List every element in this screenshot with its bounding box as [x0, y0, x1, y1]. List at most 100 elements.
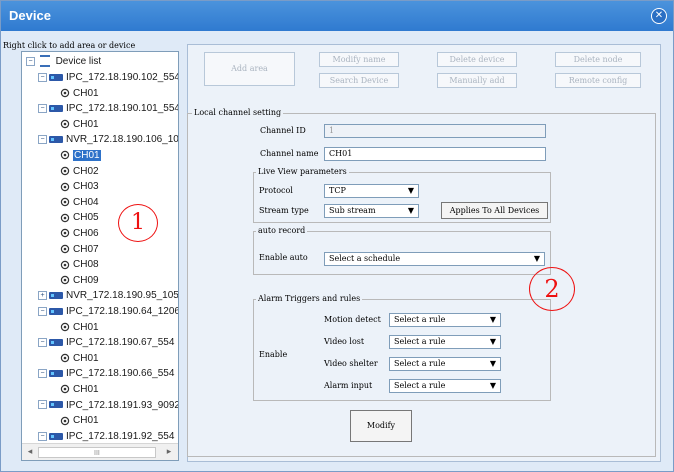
- camera-icon: [60, 88, 70, 98]
- tree-channel-node[interactable]: CH09: [60, 274, 99, 288]
- channel-name-field[interactable]: CH01: [324, 147, 546, 161]
- local-channel-group: Local channel setting Channel ID 1 Chann…: [187, 108, 656, 457]
- tree-channel-node[interactable]: CH07: [60, 243, 99, 257]
- tree-channel-node[interactable]: CH03: [60, 180, 99, 194]
- tree-hint: Right click to add area or device: [3, 41, 136, 50]
- close-icon[interactable]: ✕: [651, 8, 667, 24]
- collapse-icon[interactable]: −: [38, 369, 47, 379]
- device-icon: [49, 105, 63, 113]
- dropdown-arrow-icon[interactable]: ▼: [405, 186, 417, 196]
- video-lost-select[interactable]: Select a rule ▼: [389, 335, 501, 349]
- dropdown-arrow-icon[interactable]: ▼: [487, 315, 499, 325]
- live-view-legend: Live View parameters: [256, 167, 349, 176]
- protocol-select[interactable]: TCP ▼: [324, 184, 419, 198]
- stream-type-select[interactable]: Sub stream ▼: [324, 204, 419, 218]
- tree-node-label: CH09: [73, 274, 99, 286]
- settings-panel: Add area Modify name Delete device Delet…: [187, 44, 661, 462]
- tree-device-node[interactable]: + NVR_172.18.190.95_105: [38, 289, 178, 303]
- motion-detect-select[interactable]: Select a rule ▼: [389, 313, 501, 327]
- remote-config-button[interactable]: Remote config: [555, 73, 641, 88]
- tree-channel-node[interactable]: CH01: [60, 321, 99, 335]
- tree-node-label: IPC_172.18.190.102_554: [66, 72, 179, 83]
- tree-channel-node[interactable]: CH05: [60, 211, 99, 225]
- device-icon: [49, 339, 63, 347]
- tree-channel-node[interactable]: CH01: [60, 87, 99, 101]
- camera-icon: [60, 213, 70, 223]
- manually-add-button[interactable]: Manually add: [437, 73, 517, 88]
- expand-icon[interactable]: +: [38, 291, 47, 301]
- tree-channel-node[interactable]: CH01: [60, 352, 99, 366]
- device-icon: [49, 292, 63, 300]
- tree-node-label: CH01: [73, 150, 101, 161]
- local-channel-legend: Local channel setting: [192, 108, 284, 117]
- tree-node-label: NVR_172.18.190.106_10: [66, 134, 179, 146]
- scroll-left-icon[interactable]: ◂: [25, 446, 35, 456]
- camera-icon: [60, 228, 70, 238]
- collapse-icon[interactable]: −: [38, 72, 47, 82]
- device-tree[interactable]: − Device list − IPC_172.18.190.102_554 CH0…: [21, 51, 179, 461]
- camera-icon: [60, 150, 70, 160]
- collapse-icon[interactable]: −: [38, 135, 47, 145]
- tree-channel-node[interactable]: CH04: [60, 196, 99, 210]
- collapse-icon[interactable]: −: [38, 431, 47, 441]
- collapse-icon[interactable]: −: [38, 104, 47, 114]
- camera-icon: [60, 384, 70, 394]
- modify-name-button[interactable]: Modify name: [319, 52, 399, 67]
- tree-channel-node[interactable]: CH06: [60, 227, 99, 241]
- delete-node-button[interactable]: Delete node: [555, 52, 641, 67]
- tree-device-node[interactable]: − IPC_172.18.190.67_554: [38, 336, 174, 350]
- scroll-right-icon[interactable]: ▸: [164, 446, 174, 456]
- add-area-button[interactable]: Add area: [204, 52, 295, 86]
- tree-channel-node[interactable]: CH01: [60, 118, 99, 132]
- apply-all-devices-button[interactable]: Applies To All Devices: [441, 202, 548, 219]
- annotation-marker-1: 1: [118, 204, 158, 242]
- channel-id-field[interactable]: 1: [324, 124, 546, 138]
- tree-channel-node[interactable]: CH08: [60, 258, 99, 272]
- tree-device-node[interactable]: − IPC_172.18.190.66_554: [38, 367, 174, 381]
- channel-id-label: Channel ID: [260, 126, 306, 135]
- enable-auto-label: Enable auto: [259, 253, 308, 262]
- collapse-icon[interactable]: −: [38, 306, 47, 316]
- motion-detect-value: Select a rule: [394, 315, 446, 324]
- search-device-button[interactable]: Search Device: [319, 73, 399, 88]
- stream-type-value: Sub stream: [329, 206, 376, 215]
- tree-node-label: CH01: [73, 321, 99, 333]
- tree-node-label: CH01: [73, 87, 99, 99]
- horizontal-scrollbar[interactable]: ◂ III ▸: [22, 443, 178, 460]
- list-icon: [39, 55, 50, 68]
- collapse-icon[interactable]: −: [26, 56, 35, 66]
- camera-icon: [60, 119, 70, 129]
- schedule-select[interactable]: Select a schedule ▼: [324, 252, 545, 266]
- tree-channel-node[interactable]: CH01: [60, 414, 99, 428]
- camera-icon: [60, 197, 70, 207]
- collapse-icon[interactable]: −: [38, 400, 47, 410]
- tree-root[interactable]: − Device list: [26, 55, 101, 69]
- tree-device-node[interactable]: − IPC_172.18.190.101_554: [38, 102, 178, 116]
- scroll-thumb[interactable]: III: [38, 447, 156, 458]
- dropdown-arrow-icon[interactable]: ▼: [405, 206, 417, 216]
- tree-node-label: IPC_172.18.191.92_554: [66, 430, 175, 442]
- motion-detect-label: Motion detect: [324, 315, 381, 324]
- tree-device-node[interactable]: − NVR_172.18.190.106_10: [38, 133, 179, 147]
- tree-node-label: CH01: [73, 118, 99, 130]
- tree-device-node[interactable]: − IPC_172.18.190.64_1206: [38, 305, 178, 319]
- camera-icon: [60, 260, 70, 270]
- modify-button[interactable]: Modify: [350, 410, 412, 442]
- tree-device-node[interactable]: − IPC_172.18.191.92_554: [38, 430, 174, 444]
- annotation-marker-2: 2: [529, 267, 575, 311]
- video-shelter-select[interactable]: Select a rule ▼: [389, 357, 501, 371]
- dropdown-arrow-icon[interactable]: ▼: [487, 337, 499, 347]
- dropdown-arrow-icon[interactable]: ▼: [487, 381, 499, 391]
- tree-channel-node[interactable]: CH01: [60, 149, 101, 163]
- collapse-icon[interactable]: −: [38, 338, 47, 348]
- dropdown-arrow-icon[interactable]: ▼: [487, 359, 499, 369]
- tree-channel-node[interactable]: CH01: [60, 383, 99, 397]
- tree-device-node[interactable]: − IPC_172.18.191.93_9092: [38, 399, 178, 413]
- alarm-input-select[interactable]: Select a rule ▼: [389, 379, 501, 393]
- video-shelter-value: Select a rule: [394, 359, 446, 368]
- delete-device-button[interactable]: Delete device: [437, 52, 517, 67]
- tree-node-label: CH06: [73, 228, 99, 239]
- tree-channel-node[interactable]: CH02: [60, 165, 99, 179]
- tree-device-node[interactable]: − IPC_172.18.190.102_554: [38, 71, 179, 85]
- dropdown-arrow-icon[interactable]: ▼: [531, 254, 543, 264]
